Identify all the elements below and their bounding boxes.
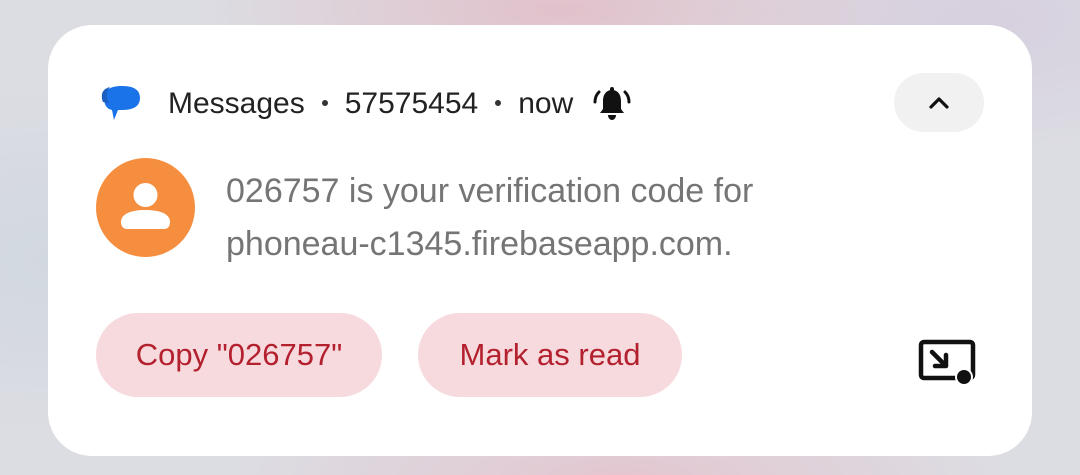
notification-card[interactable]: Messages 57575454 now 026757 is your ver…: [48, 25, 1032, 456]
message-text: 026757 is your verification code for pho…: [226, 172, 754, 263]
separator-dot: [321, 100, 328, 106]
header-meta: Messages 57575454 now: [168, 83, 631, 125]
bell-ringing-icon: [593, 87, 631, 120]
app-name: Messages: [168, 87, 305, 120]
collapse-button[interactable]: [894, 73, 984, 132]
notification-header: Messages 57575454 now: [100, 83, 631, 125]
chevron-up-icon: [929, 96, 949, 109]
popout-button[interactable]: [914, 335, 980, 391]
copy-code-button[interactable]: Copy "026757": [96, 313, 382, 397]
separator-dot: [495, 100, 502, 106]
person-icon: [121, 183, 170, 229]
sender-number: 57575454: [344, 87, 479, 120]
mark-as-read-button[interactable]: Mark as read: [418, 313, 682, 397]
messages-app-icon: [101, 86, 140, 120]
timestamp: now: [518, 87, 574, 120]
avatar: [96, 158, 195, 257]
picture-in-picture-icon: [918, 339, 976, 386]
